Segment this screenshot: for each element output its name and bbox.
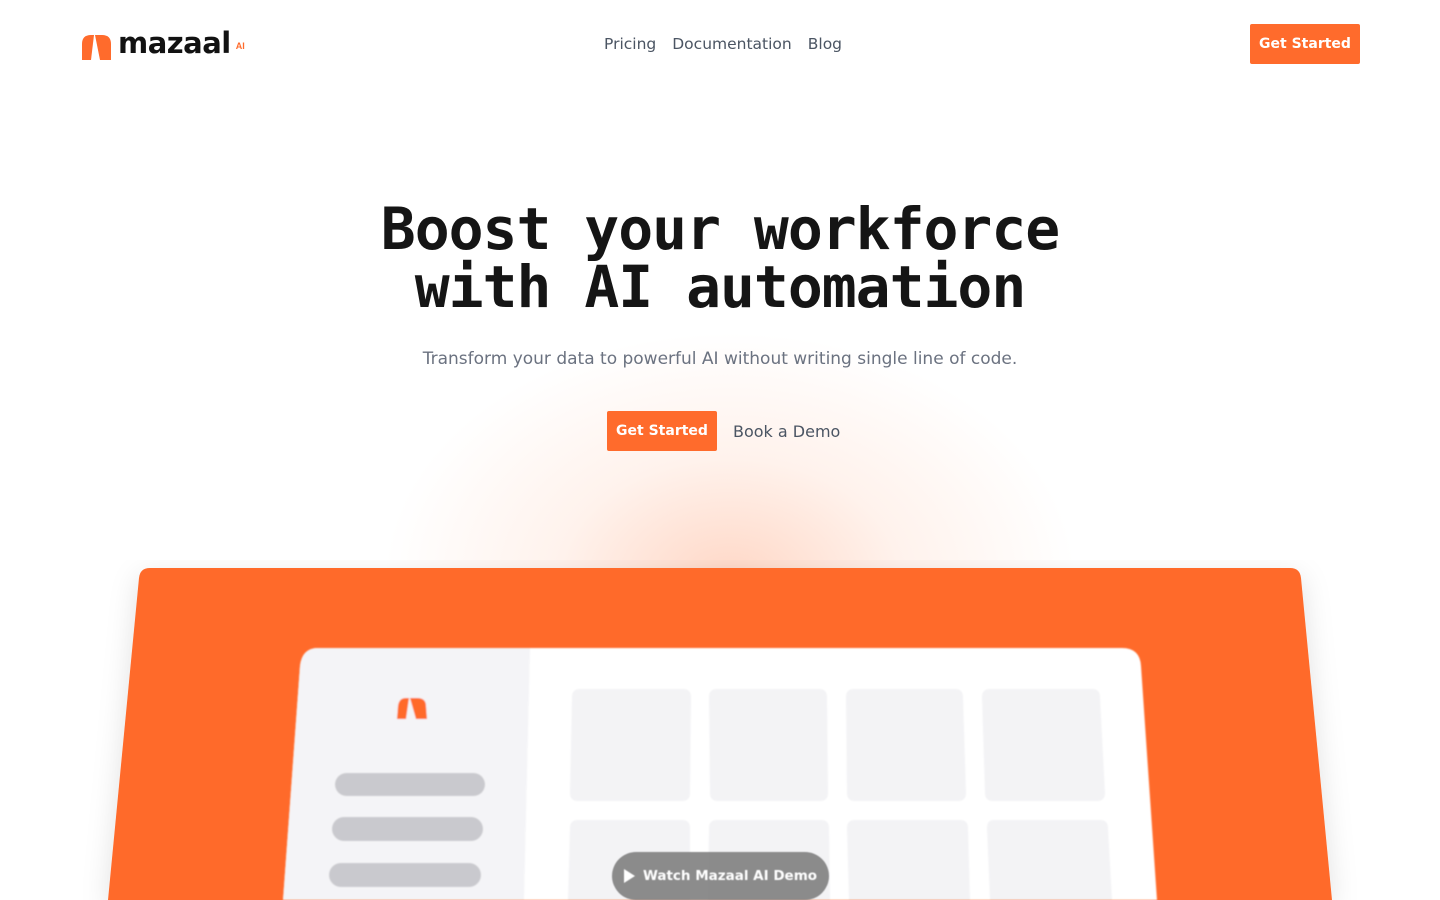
- hero-title: Boost your workforce with AI automation: [0, 200, 1440, 316]
- main-nav: Pricing Documentation Blog: [604, 33, 842, 55]
- grid-card: [987, 820, 1112, 900]
- play-icon: [623, 869, 635, 883]
- mazaal-logo-icon: [82, 35, 111, 60]
- hero-actions: Get Started Book a Demo: [607, 411, 840, 451]
- nav-item-pricing[interactable]: Pricing: [604, 33, 656, 55]
- brand-name: mazaal: [118, 26, 231, 60]
- sidebar-placeholder-2: [332, 817, 483, 841]
- sidebar-placeholder-1: [335, 773, 485, 796]
- hero-get-started-button[interactable]: Get Started: [607, 411, 717, 451]
- sidebar-placeholder-3: [329, 863, 481, 887]
- grid-card: [982, 689, 1105, 801]
- grid-card: [709, 689, 828, 801]
- product-showcase: [0, 560, 1440, 900]
- brand-logo[interactable]: mazaal AI: [80, 26, 245, 62]
- brand-suffix: AI: [235, 41, 245, 51]
- watch-demo-label: Watch Mazaal AI Demo: [642, 868, 818, 884]
- header-get-started-button[interactable]: Get Started: [1250, 24, 1360, 64]
- showcase-illustration: [108, 568, 1332, 900]
- book-demo-link[interactable]: Book a Demo: [733, 422, 840, 441]
- nav-item-blog[interactable]: Blog: [808, 33, 842, 55]
- nav-item-documentation[interactable]: Documentation: [672, 33, 792, 55]
- site-header: mazaal AI Pricing Documentation Blog Get…: [0, 0, 1440, 88]
- grid-card: [847, 820, 970, 900]
- grid-card: [846, 689, 966, 801]
- watch-demo-button[interactable]: Watch Mazaal AI Demo: [612, 852, 829, 900]
- hero-subtitle: Transform your data to powerful AI witho…: [422, 349, 1018, 369]
- hero-title-line-2: with AI automation: [414, 253, 1027, 321]
- grid-card: [570, 689, 691, 801]
